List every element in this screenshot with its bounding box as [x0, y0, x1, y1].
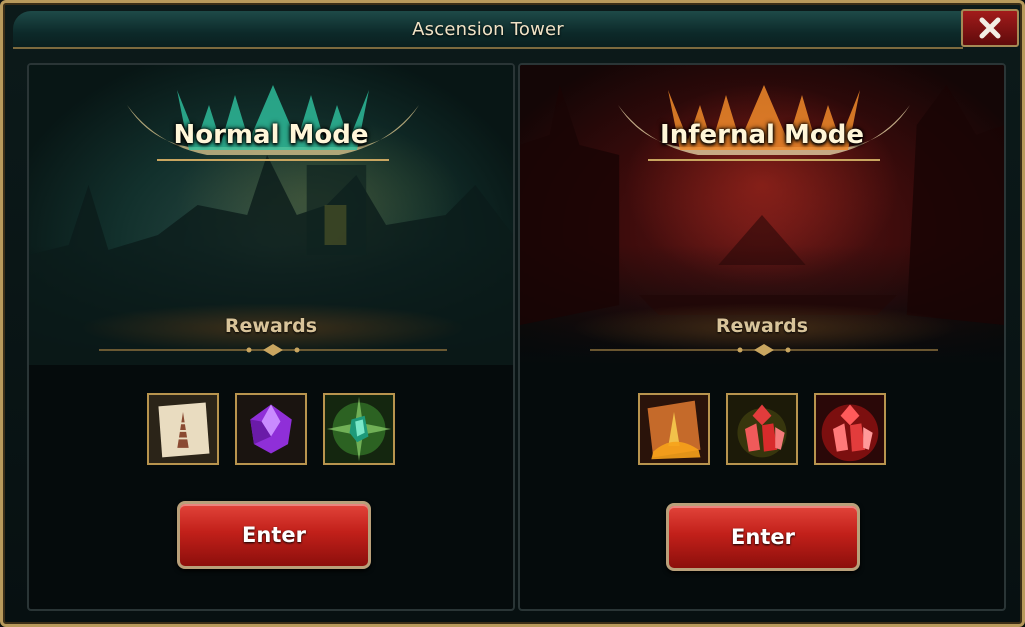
ornament-divider	[590, 344, 938, 356]
reward-item[interactable]	[726, 393, 798, 465]
infernal-rewards-list	[520, 393, 1004, 469]
infernal-scroll-icon	[640, 395, 708, 463]
close-x-icon	[979, 17, 1001, 39]
infernal-mode-panel: Infernal Mode Rewards Enter	[518, 63, 1006, 611]
infernal-enter-button[interactable]: Enter	[666, 503, 860, 571]
close-button[interactable]	[961, 9, 1019, 47]
tower-scroll-icon	[149, 395, 217, 463]
ornament-divider	[99, 344, 447, 356]
reward-item[interactable]	[235, 393, 307, 465]
normal-mode-title: Normal Mode	[173, 120, 369, 150]
normal-enter-button[interactable]: Enter	[177, 501, 371, 569]
reward-item[interactable]	[638, 393, 710, 465]
normal-rewards-label: Rewards	[224, 315, 318, 337]
purple-gem-icon	[237, 395, 305, 463]
reward-item[interactable]	[147, 393, 219, 465]
normal-mode-panel: Normal Mode Rewards Enter	[27, 63, 515, 611]
window-title: Ascension Tower	[412, 19, 564, 40]
infernal-mode-title: Infernal Mode	[660, 120, 864, 150]
red-crystal-icon	[728, 395, 796, 463]
green-crystal-icon	[325, 395, 393, 463]
red-crystal-glow-icon	[816, 395, 884, 463]
reward-item[interactable]	[814, 393, 886, 465]
normal-rewards-list	[29, 393, 513, 469]
title-bar: Ascension Tower	[13, 11, 963, 49]
infernal-rewards-label: Rewards	[715, 315, 809, 337]
reward-item[interactable]	[323, 393, 395, 465]
dialog-window: Ascension Tower Normal Mode Rewards Ente…	[0, 0, 1025, 627]
